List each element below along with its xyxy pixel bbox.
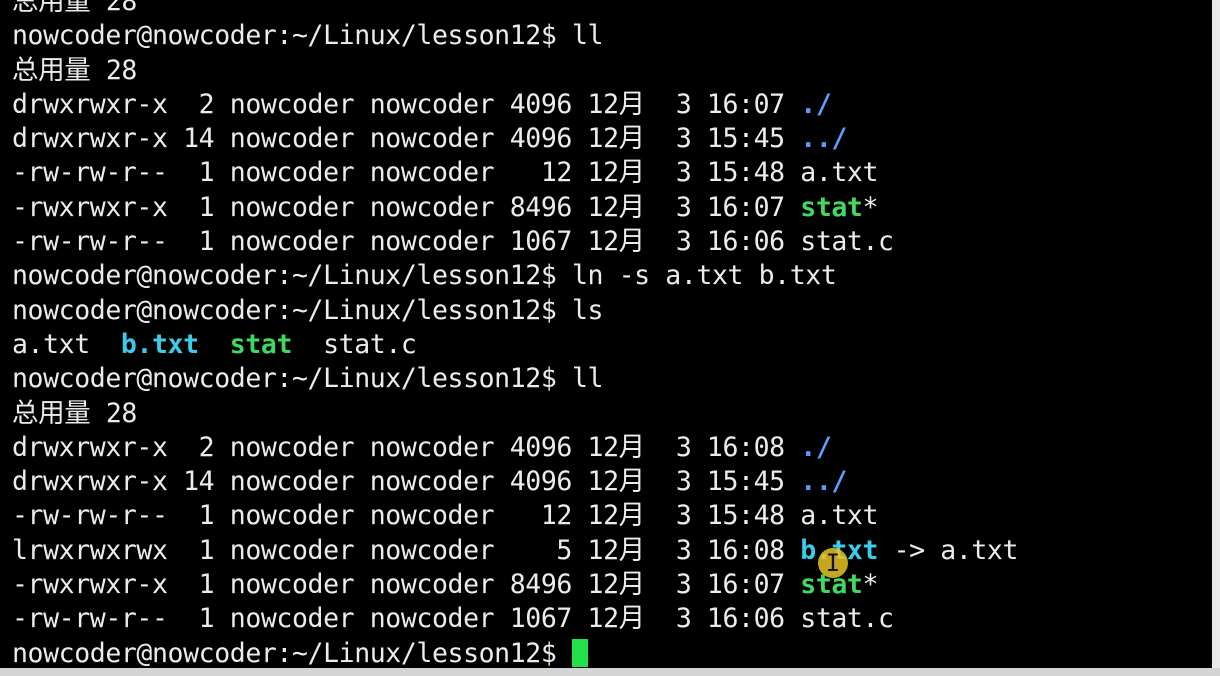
output-text: 总用量 28 bbox=[12, 54, 137, 86]
terminal-line: -rw-rw-r-- 1 nowcoder nowcoder 12 12月 3 … bbox=[12, 499, 1018, 533]
directory-name: ./ bbox=[800, 431, 832, 463]
output-text: -rw-rw-r-- 1 nowcoder nowcoder 12 12月 3 … bbox=[12, 157, 879, 189]
output-text: drwxrwxr-x 14 nowcoder nowcoder 4096 12月… bbox=[12, 123, 801, 155]
output-text: -> a.txt bbox=[878, 534, 1019, 566]
text-cursor-icon: I bbox=[825, 549, 841, 577]
terminal-line: drwxrwxr-x 2 nowcoder nowcoder 4096 12月 … bbox=[12, 431, 1018, 465]
terminal-line: 总用量 28 bbox=[12, 397, 1018, 431]
output-text: nowcoder@nowcoder:~/Linux/lesson12$ ls bbox=[12, 294, 604, 326]
terminal-output: 总用量 28 nowcoder@nowcoder:~/Linux/lesson12… bbox=[12, 0, 1018, 668]
output-text: 总用量 28 bbox=[12, 397, 137, 429]
terminal-line: nowcoder@nowcoder:~/Linux/lesson12$ ln -… bbox=[12, 259, 1018, 293]
terminal-line: drwxrwxr-x 2 nowcoder nowcoder 4096 12月 … bbox=[12, 88, 1018, 122]
window-right-edge bbox=[1212, 0, 1220, 676]
terminal-line: -rw-rw-r-- 1 nowcoder nowcoder 12 12月 3 … bbox=[12, 156, 1018, 190]
output-text: 总用量 28 bbox=[12, 0, 137, 17]
output-text: nowcoder@nowcoder:~/Linux/lesson12$ ll bbox=[12, 363, 604, 395]
terminal-window[interactable]: 总用量 28 nowcoder@nowcoder:~/Linux/lesson12… bbox=[0, 0, 1212, 668]
output-text: -rw-rw-r-- 1 nowcoder nowcoder 1067 12月 … bbox=[12, 226, 894, 258]
output-text: drwxrwxr-x 2 nowcoder nowcoder 4096 12月 … bbox=[12, 431, 801, 463]
terminal-cursor bbox=[571, 638, 588, 667]
terminal-line: drwxrwxr-x 14 nowcoder nowcoder 4096 12月… bbox=[12, 465, 1018, 499]
terminal-line: -rw-rw-r-- 1 nowcoder nowcoder 1067 12月 … bbox=[12, 602, 1018, 636]
output-text: stat.c bbox=[292, 328, 417, 360]
terminal-line: 总用量 28 bbox=[12, 0, 1018, 19]
output-text: nowcoder@nowcoder:~/Linux/lesson12$ ln -… bbox=[12, 260, 837, 292]
terminal-line: nowcoder@nowcoder:~/Linux/lesson12$ ll bbox=[12, 362, 1018, 396]
directory-name: ../ bbox=[800, 466, 847, 498]
executable-name: stat bbox=[229, 328, 293, 360]
symlink-name: b.txt bbox=[120, 328, 199, 360]
directory-name: ./ bbox=[800, 88, 832, 120]
terminal-line: -rw-rw-r-- 1 nowcoder nowcoder 1067 12月 … bbox=[12, 225, 1018, 259]
output-text: a.txt bbox=[12, 328, 121, 360]
terminal-line: drwxrwxr-x 14 nowcoder nowcoder 4096 12月… bbox=[12, 122, 1018, 156]
terminal-line: a.txt b.txt stat stat.c bbox=[12, 328, 1018, 362]
output-text: -rwxrwxr-x 1 nowcoder nowcoder 8496 12月 … bbox=[12, 191, 801, 223]
output-text: * bbox=[862, 569, 879, 601]
directory-name: ../ bbox=[800, 123, 847, 155]
output-text: -rw-rw-r-- 1 nowcoder nowcoder 1067 12月 … bbox=[12, 603, 894, 635]
output-text: drwxrwxr-x 14 nowcoder nowcoder 4096 12月… bbox=[12, 466, 801, 498]
terminal-line: lrwxrwxrwx 1 nowcoder nowcoder 5 12月 3 1… bbox=[12, 534, 1018, 568]
output-text: lrwxrwxrwx 1 nowcoder nowcoder 5 12月 3 1… bbox=[12, 534, 801, 566]
output-text: nowcoder@nowcoder:~/Linux/lesson12$ bbox=[12, 637, 572, 668]
terminal-line: -rwxrwxr-x 1 nowcoder nowcoder 8496 12月 … bbox=[12, 568, 1018, 602]
terminal-line: 总用量 28 bbox=[12, 54, 1018, 88]
output-text: drwxrwxr-x 2 nowcoder nowcoder 4096 12月 … bbox=[12, 88, 801, 120]
terminal-line: nowcoder@nowcoder:~/Linux/lesson12$ bbox=[12, 637, 1018, 668]
executable-name: stat bbox=[800, 191, 863, 223]
output-text: * bbox=[862, 191, 879, 223]
terminal-line: nowcoder@nowcoder:~/Linux/lesson12$ ls bbox=[12, 294, 1018, 328]
output-text: -rwxrwxr-x 1 nowcoder nowcoder 8496 12月 … bbox=[12, 569, 801, 601]
terminal-line: nowcoder@nowcoder:~/Linux/lesson12$ ll bbox=[12, 19, 1018, 53]
output-text: nowcoder@nowcoder:~/Linux/lesson12$ ll bbox=[12, 20, 604, 52]
window-bottom-edge bbox=[0, 668, 1220, 676]
terminal-line: -rwxrwxr-x 1 nowcoder nowcoder 8496 12月 … bbox=[12, 191, 1018, 225]
output-text: -rw-rw-r-- 1 nowcoder nowcoder 12 12月 3 … bbox=[12, 500, 879, 532]
